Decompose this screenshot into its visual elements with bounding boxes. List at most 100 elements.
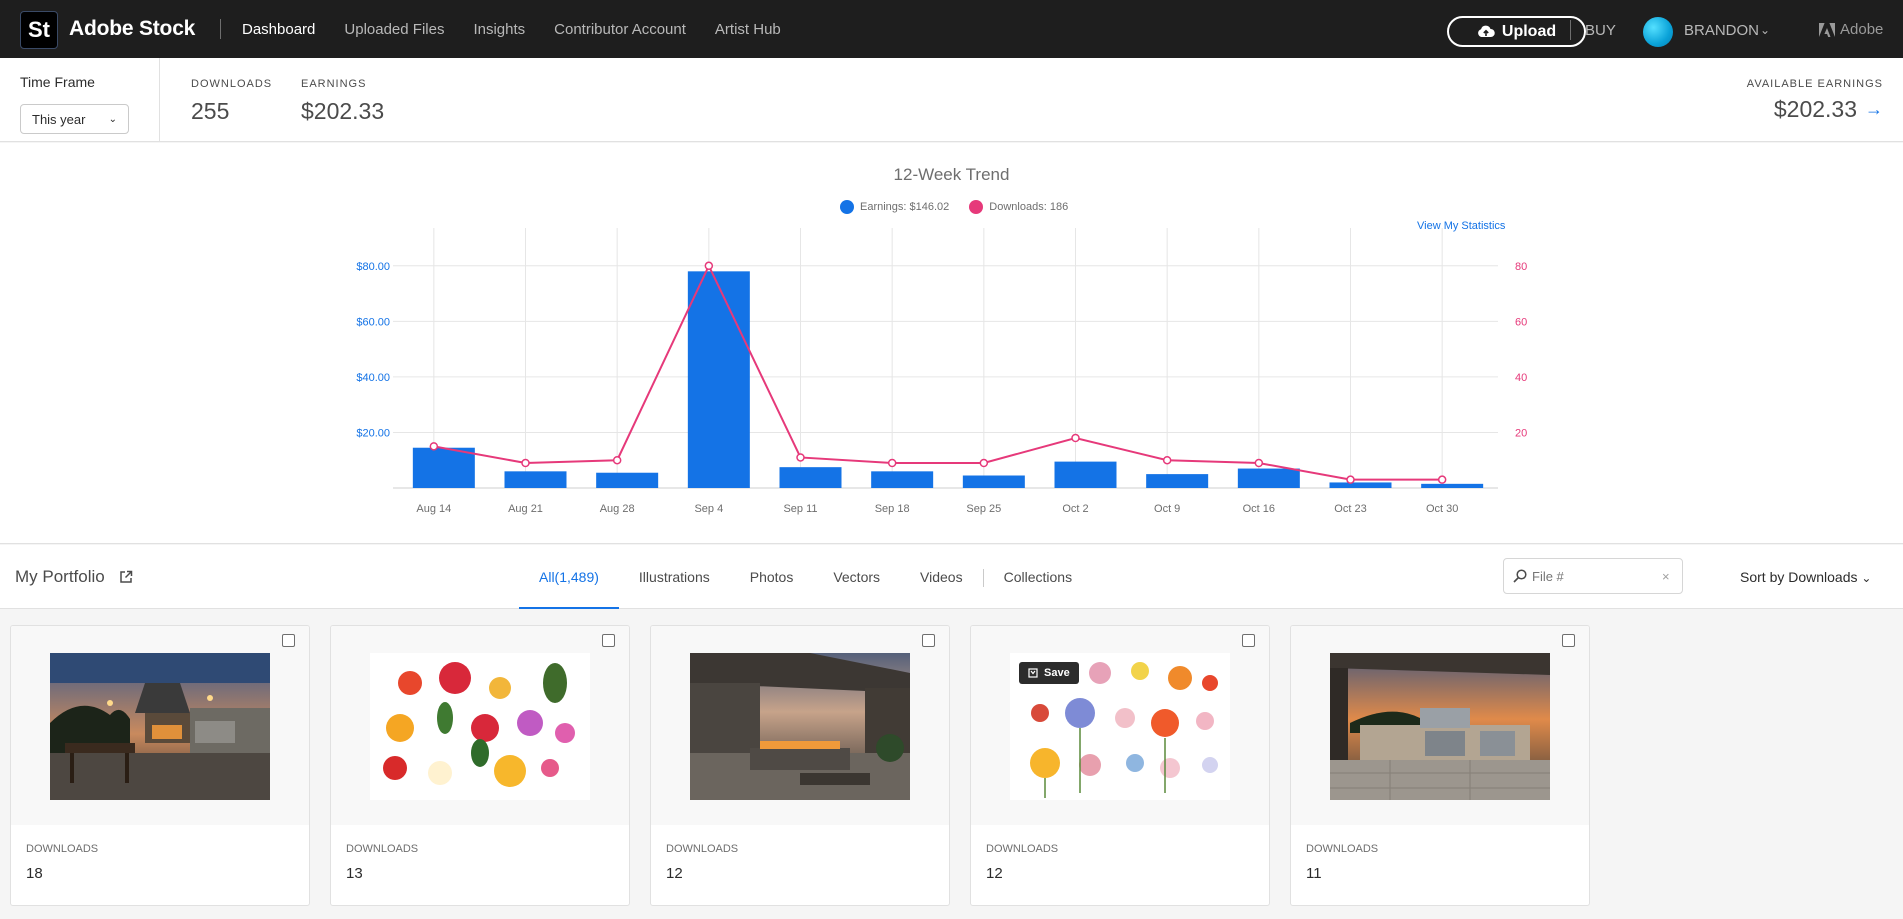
card-downloads-label: DOWNLOADS [666, 843, 739, 855]
portfolio-title-label: My Portfolio [15, 567, 105, 586]
nav-artist-hub[interactable]: Artist Hub [715, 21, 781, 38]
y-left-tick-label: $20.00 [356, 427, 390, 439]
main-nav: Dashboard Uploaded Files Insights Contri… [242, 0, 810, 58]
earnings-bar [596, 472, 659, 488]
earnings-bar [1054, 461, 1117, 488]
card-checkbox[interactable] [282, 634, 295, 647]
downloads-point [612, 455, 622, 465]
portfolio-card[interactable]: DOWNLOADS 18 [10, 625, 310, 906]
downloads-point [1437, 475, 1447, 484]
downloads-line [433, 263, 1443, 481]
tab-collections[interactable]: Collections [984, 545, 1092, 609]
card-checkbox[interactable] [1242, 634, 1255, 647]
timeframe-select[interactable]: This year ⌄ [20, 104, 129, 134]
save-label: Save [1044, 667, 1070, 679]
card-image-area [651, 626, 949, 825]
avatar[interactable] [1643, 17, 1673, 47]
x-tick-label: Sep 18 [875, 503, 910, 515]
portfolio-tabs: All(1,489) Illustrations Photos Vectors … [519, 545, 1092, 609]
earnings-bar [1146, 474, 1209, 488]
search-icon [1513, 569, 1527, 583]
nav-uploaded-files[interactable]: Uploaded Files [344, 21, 444, 38]
external-link-icon[interactable] [119, 570, 133, 584]
arrow-right-icon[interactable]: → [1865, 99, 1883, 120]
earnings-label: EARNINGS [301, 78, 367, 90]
downloads-point [704, 261, 714, 271]
earnings-bar [687, 271, 750, 488]
portfolio-title[interactable]: My Portfolio [15, 567, 133, 587]
y-left-tick-label: $40.00 [356, 372, 390, 384]
tab-videos[interactable]: Videos [900, 545, 983, 609]
card-downloads-value: 18 [26, 865, 43, 882]
card-downloads-label: DOWNLOADS [1306, 843, 1379, 855]
tab-vectors[interactable]: Vectors [813, 545, 900, 609]
adobe-label: Adobe [1840, 21, 1884, 38]
tab-all[interactable]: All(1,489) [519, 545, 619, 609]
y-right-tick-label: 40 [1515, 372, 1527, 384]
portfolio-card[interactable]: DOWNLOADS 13 [330, 625, 630, 906]
y-left-tick-label: $60.00 [356, 316, 390, 328]
earnings-bar [779, 467, 842, 488]
downloads-point [1071, 433, 1080, 443]
chevron-down-icon: ⌄ [108, 113, 117, 125]
x-tick-label: Oct 9 [1154, 503, 1180, 515]
tropical-flowers-thumbnail[interactable] [370, 653, 590, 800]
sort-dropdown[interactable]: Sort by Downloads ⌄ [1740, 569, 1871, 585]
clear-icon[interactable]: × [1662, 569, 1670, 584]
upload-button[interactable]: Upload [1447, 16, 1586, 47]
available-earnings[interactable]: $202.33 → [1774, 96, 1883, 123]
timeframe-label: Time Frame [20, 74, 95, 90]
card-downloads-value: 13 [346, 865, 363, 882]
downloads-point [1346, 475, 1355, 484]
adobe-link[interactable]: Adobe [1819, 21, 1883, 38]
timeframe-value: This year [32, 111, 86, 127]
y-right-tick-label: 60 [1515, 316, 1527, 328]
patio-firepit-thumbnail[interactable] [690, 653, 910, 800]
x-tick-label: Oct 16 [1243, 503, 1275, 515]
x-tick-label: Oct 2 [1062, 503, 1088, 515]
outdoor-grill-thumbnail[interactable] [1330, 653, 1550, 800]
upload-label: Upload [1501, 22, 1557, 40]
tab-illustrations[interactable]: Illustrations [619, 545, 730, 609]
downloads-label: DOWNLOADS [191, 78, 273, 90]
save-to-library-icon [1028, 668, 1038, 678]
portfolio-card[interactable]: DOWNLOADS 11 [1290, 625, 1590, 906]
nav-divider [220, 19, 221, 39]
adobe-logo-icon [1819, 22, 1835, 37]
chevron-down-icon[interactable]: ⌄ [1760, 23, 1770, 37]
card-checkbox[interactable] [602, 634, 615, 647]
card-downloads-label: DOWNLOADS [986, 843, 1059, 855]
top-navigation: St Adobe Stock Dashboard Uploaded Files … [0, 0, 1903, 58]
downloads-point [1162, 455, 1172, 465]
outdoor-kitchen-thumbnail[interactable] [50, 653, 270, 800]
portfolio-card[interactable]: Save DOWNLOADS 12 [970, 625, 1270, 906]
brand-name[interactable]: Adobe Stock [69, 17, 195, 41]
trend-chart: $20.00 $40.00 $60.00 $80.00 20 40 60 80 Aug 14 Au… [356, 228, 1527, 515]
y-left-tick-label: $80.00 [356, 261, 390, 273]
file-search: × [1503, 558, 1683, 594]
nav-divider-2 [1570, 20, 1571, 40]
nav-insights[interactable]: Insights [473, 21, 525, 38]
portfolio-card[interactable]: DOWNLOADS 12 [650, 625, 950, 906]
file-search-input[interactable] [1532, 568, 1658, 584]
card-checkbox[interactable] [922, 634, 935, 647]
x-tick-label: Aug 28 [600, 503, 635, 515]
buy-link[interactable]: BUY [1585, 22, 1616, 39]
x-tick-label: Sep 4 [694, 503, 723, 515]
earnings-bar [962, 475, 1025, 488]
downloads-point [796, 453, 805, 462]
nav-contributor-account[interactable]: Contributor Account [554, 21, 686, 38]
timeframe-column: Time Frame This year ⌄ [0, 58, 160, 142]
card-image-area: Save [971, 626, 1269, 825]
y-right-tick-label: 20 [1515, 427, 1527, 439]
user-menu[interactable]: BRANDON [1684, 22, 1759, 39]
x-tick-label: Oct 30 [1426, 503, 1458, 515]
downloads-value: 255 [191, 98, 230, 124]
tab-photos[interactable]: Photos [730, 545, 814, 609]
save-button[interactable]: Save [1019, 662, 1079, 684]
earnings-bar [504, 471, 567, 488]
portfolio-grid: DOWNLOADS 18 DOWNLOADS 13 DOWNLOADS 12 S… [10, 625, 1590, 906]
card-checkbox[interactable] [1562, 634, 1575, 647]
nav-dashboard[interactable]: Dashboard [242, 21, 315, 38]
adobe-stock-logo[interactable]: St [20, 11, 58, 49]
